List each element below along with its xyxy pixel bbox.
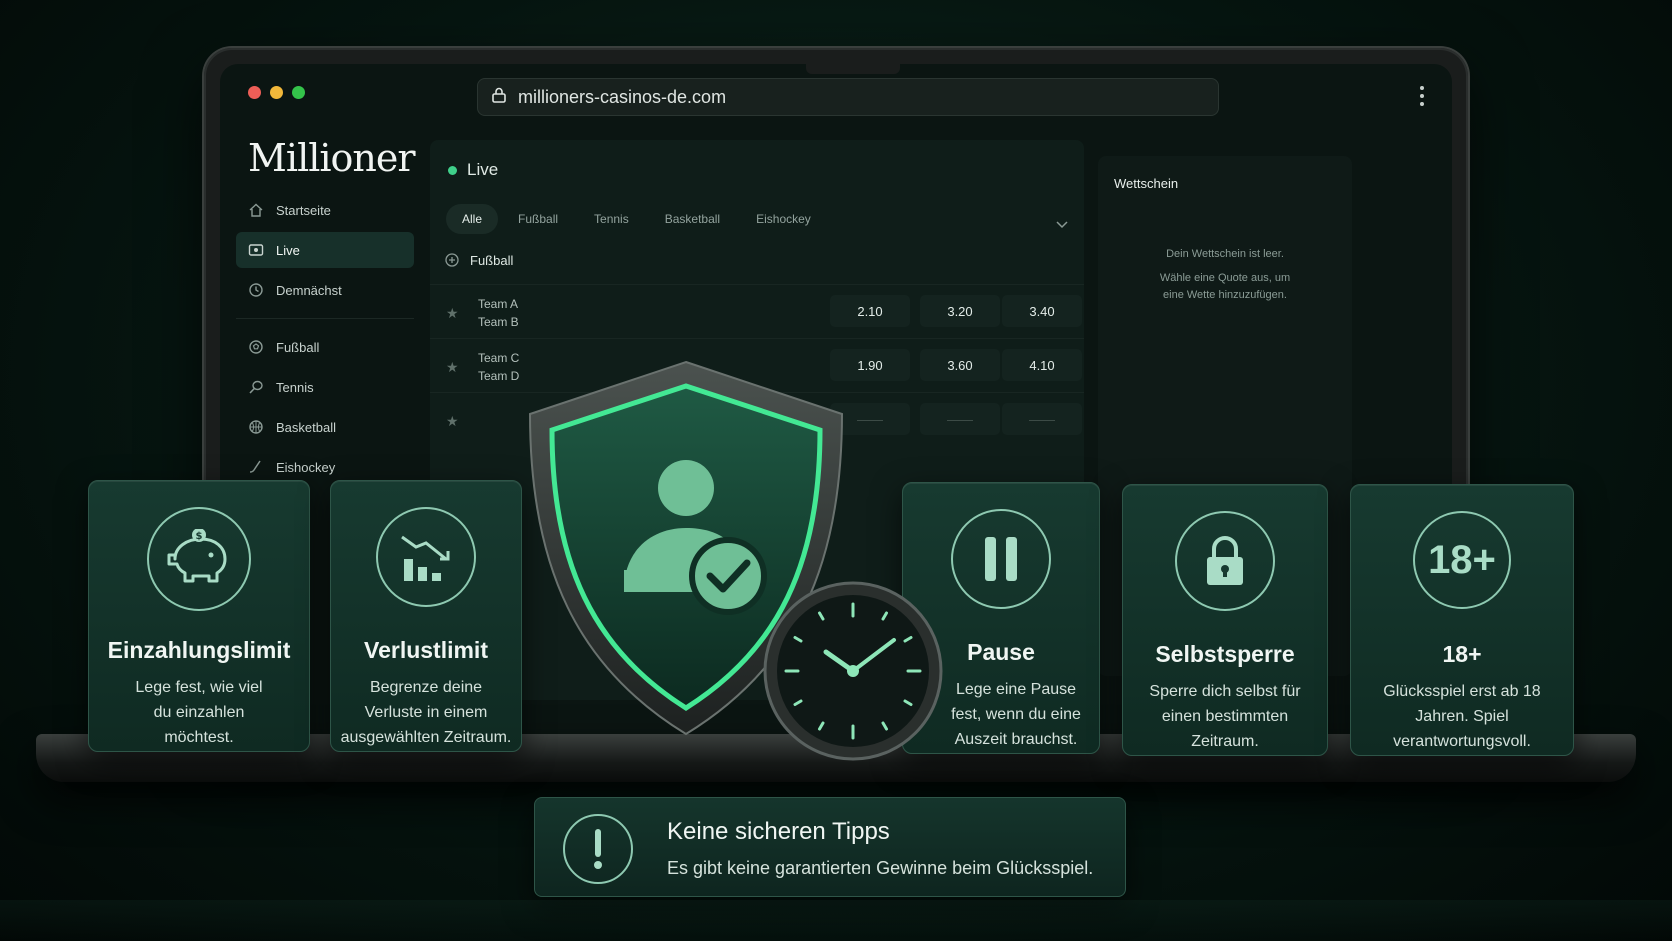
match-teams: Team C Team D bbox=[478, 349, 519, 385]
soccer-ball-icon bbox=[248, 339, 264, 355]
match-teams: Team A Team B bbox=[478, 295, 519, 331]
live-heading-text: Live bbox=[467, 160, 499, 179]
sidebar-item-label: Startseite bbox=[276, 202, 331, 218]
clock-icon bbox=[762, 580, 944, 762]
tab-alle[interactable]: Alle bbox=[446, 204, 499, 234]
minimize-window-button[interactable] bbox=[270, 86, 283, 99]
odds-button-home[interactable]: 2.10 bbox=[830, 295, 910, 327]
sidebar-item-label: Demnächst bbox=[276, 282, 342, 298]
odds-button-placeholder: —— bbox=[920, 403, 1000, 435]
plus-circle-icon bbox=[444, 252, 460, 268]
odds-button-draw[interactable]: 3.20 bbox=[920, 295, 1000, 327]
star-icon[interactable]: ★ bbox=[446, 305, 459, 322]
sidebar-item-startseite[interactable]: Startseite bbox=[236, 192, 414, 228]
odds-button-placeholder: —— bbox=[1002, 403, 1082, 435]
sidebar-item-label: Tennis bbox=[276, 379, 314, 395]
sidebar-item-demnaechst[interactable]: Demnächst bbox=[236, 272, 414, 308]
pause-icon bbox=[951, 509, 1051, 609]
sidebar-item-fussball[interactable]: Fußball bbox=[236, 329, 414, 365]
sidebar-item-label: Fußball bbox=[276, 339, 320, 355]
more-options-icon[interactable] bbox=[1420, 86, 1424, 110]
warning-title: Keine sicheren Tipps bbox=[667, 818, 890, 845]
card-loss-limit[interactable]: Verlustlimit Begrenze deine Verluste in … bbox=[330, 480, 522, 752]
live-indicator-dot bbox=[448, 165, 457, 175]
card-title: 18+ bbox=[1442, 641, 1482, 667]
maximize-window-button[interactable] bbox=[292, 86, 305, 99]
tab-basketball[interactable]: Basketball bbox=[649, 204, 736, 234]
sidebar-item-tennis[interactable]: Tennis bbox=[236, 369, 414, 405]
sidebar-divider bbox=[236, 318, 414, 319]
card-deposit-limit[interactable]: $ Einzahlungslimit Lege fest, wie viel d… bbox=[88, 480, 310, 752]
sidebar-item-label: Eishockey bbox=[276, 459, 336, 475]
tab-tennis[interactable]: Tennis bbox=[578, 204, 645, 234]
tab-eishockey[interactable]: Eishockey bbox=[740, 204, 827, 234]
home-icon bbox=[248, 202, 264, 218]
exclamation-icon bbox=[563, 814, 633, 884]
site-logo[interactable]: Millioner bbox=[248, 136, 416, 180]
sidebar-item-label: Live bbox=[276, 242, 300, 258]
svg-text:$: $ bbox=[196, 531, 203, 542]
away-team: Team B bbox=[478, 315, 519, 329]
section-header[interactable]: Fußball bbox=[444, 252, 513, 268]
card-title: Einzahlungslimit bbox=[107, 637, 291, 663]
sidebar-item-label: Basketball bbox=[276, 419, 336, 435]
live-icon bbox=[248, 242, 264, 258]
sidebar-item-live[interactable]: Live bbox=[236, 232, 414, 268]
address-bar[interactable]: millioners-casinos-de.com bbox=[477, 78, 1219, 116]
odds-button-away[interactable]: 3.40 bbox=[1002, 295, 1082, 327]
card-self-exclusion[interactable]: Selbstsperre Sperre dich selbst für eine… bbox=[1122, 484, 1328, 756]
tab-fussball[interactable]: Fußball bbox=[502, 204, 574, 234]
star-icon[interactable]: ★ bbox=[446, 359, 459, 376]
card-description: Lege fest, wie viel du einzahlen möchtes… bbox=[135, 679, 263, 746]
clock-icon bbox=[248, 282, 264, 298]
bet-slip-hint-text: Wähle eine Quote aus, um eine Wette hinz… bbox=[1159, 272, 1291, 301]
chevron-down-icon[interactable] bbox=[1056, 218, 1068, 232]
declining-chart-icon bbox=[376, 507, 476, 607]
hockey-icon bbox=[248, 459, 264, 475]
floor-reflection bbox=[0, 900, 1672, 941]
age-18-icon: 18+ bbox=[1413, 511, 1511, 609]
sidebar-item-basketball[interactable]: Basketball bbox=[236, 409, 414, 445]
warning-description: Es gibt keine garantierten Gewinne beim … bbox=[667, 858, 1094, 878]
warning-banner: Keine sicheren Tipps Es gibt keine garan… bbox=[534, 797, 1126, 897]
home-team: Team C bbox=[478, 351, 520, 365]
card-age-restriction[interactable]: 18+ 18+ Glücksspiel erst ab 18 Jahren. S… bbox=[1350, 484, 1574, 756]
bet-slip-empty-text: Dein Wettschein ist leer. bbox=[1166, 248, 1284, 260]
card-title: Selbstsperre bbox=[1155, 641, 1295, 667]
card-description: Sperre dich selbst für einen bestimmten … bbox=[1149, 683, 1301, 750]
bet-slip-title: Wettschein bbox=[1114, 176, 1179, 191]
tennis-icon bbox=[248, 379, 264, 395]
sport-filter-tabs: Alle Fußball Tennis Basketball Eishockey bbox=[446, 204, 831, 234]
odds-button-draw[interactable]: 3.60 bbox=[920, 349, 1000, 381]
odds-button-away[interactable]: 4.10 bbox=[1002, 349, 1082, 381]
away-team: Team D bbox=[478, 369, 520, 383]
card-description: Lege eine Pause fest, wenn du eine Ausze… bbox=[951, 681, 1081, 748]
sidebar: Startseite Live Demnächst Fußball Tennis bbox=[236, 192, 414, 489]
card-description: Begrenze deine Verluste in einem ausgewä… bbox=[340, 679, 512, 746]
padlock-icon bbox=[1175, 511, 1275, 611]
live-heading: Live bbox=[448, 160, 498, 180]
match-row: ★ Team A Team B 2.10 3.20 3.40 bbox=[430, 284, 1084, 338]
url-text: millioners-casinos-de.com bbox=[518, 86, 727, 107]
home-team: Team A bbox=[478, 297, 519, 311]
browser-toolbar: millioners-casinos-de.com bbox=[220, 64, 1452, 120]
bet-slip-empty-state: Dein Wettschein ist leer. Wähle eine Quo… bbox=[1098, 246, 1352, 311]
card-description: Glücksspiel erst ab 18 Jahren. Spiel ver… bbox=[1383, 683, 1541, 750]
section-title: Fußball bbox=[470, 252, 514, 268]
basketball-icon bbox=[248, 419, 264, 435]
card-title: Verlustlimit bbox=[364, 637, 488, 663]
star-icon[interactable]: ★ bbox=[446, 413, 459, 430]
age-badge-text: 18+ bbox=[1428, 537, 1496, 582]
lock-icon bbox=[492, 87, 506, 108]
piggy-bank-icon: $ bbox=[147, 507, 251, 611]
close-window-button[interactable] bbox=[248, 86, 261, 99]
